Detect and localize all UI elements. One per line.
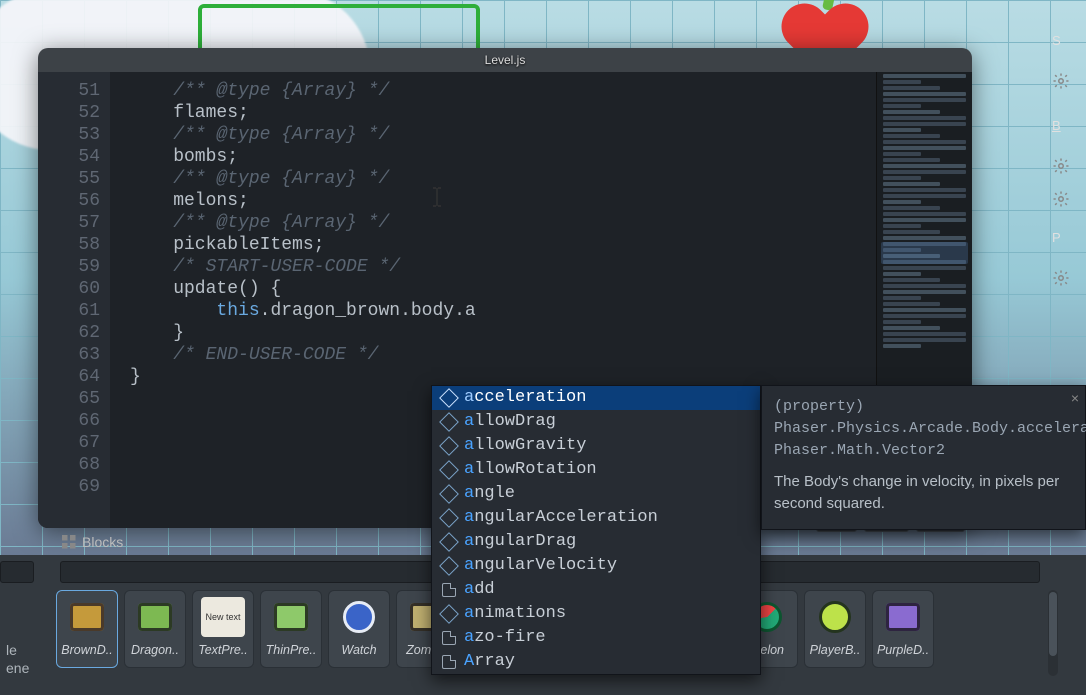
documentation-popup: × (property) Phaser.Physics.Arcade.Body.…: [761, 385, 1086, 530]
autocomplete-label: allowDrag: [464, 411, 556, 433]
gear-icon[interactable]: [1052, 72, 1070, 90]
autocomplete-item[interactable]: angularDrag: [432, 530, 760, 554]
asset-item[interactable]: Dragon..: [124, 590, 186, 668]
asset-name: Dragon..: [131, 643, 179, 657]
asset-name: PurpleD..: [877, 643, 929, 657]
asset-thumb: [337, 597, 381, 637]
autocomplete-label: angle: [464, 483, 515, 505]
close-icon[interactable]: ×: [1071, 388, 1079, 408]
inspector-section-s[interactable]: S: [1038, 20, 1086, 60]
autocomplete-item[interactable]: azo-fire: [432, 626, 760, 650]
asset-thumb: [813, 597, 857, 637]
autocomplete-item[interactable]: allowGravity: [432, 434, 760, 458]
inspector-section-b[interactable]: B: [1038, 105, 1086, 145]
asset-name: Watch: [341, 643, 376, 657]
editor-title: Level.js: [38, 48, 972, 72]
autocomplete-item[interactable]: acceleration: [432, 386, 760, 410]
autocomplete-item[interactable]: animations: [432, 602, 760, 626]
property-icon: [439, 508, 459, 528]
autocomplete-label: allowGravity: [464, 435, 586, 457]
doc-body: The Body's change in velocity, in pixels…: [774, 471, 1073, 515]
asset-name: BrownD..: [61, 643, 112, 657]
property-icon: [439, 460, 459, 480]
property-icon: [439, 388, 459, 408]
autocomplete-item[interactable]: angularVelocity: [432, 554, 760, 578]
autocomplete-label: angularDrag: [464, 531, 576, 553]
property-icon: [439, 532, 459, 552]
autocomplete-label: azo-fire: [464, 627, 546, 649]
autocomplete-item[interactable]: angularAcceleration: [432, 506, 760, 530]
autocomplete-label: Array: [464, 651, 515, 673]
property-icon: [439, 556, 459, 576]
gear-icon[interactable]: [1052, 157, 1070, 175]
autocomplete-label: add: [464, 579, 495, 601]
asset-thumb: [269, 597, 313, 637]
property-icon: [439, 484, 459, 504]
doc-signature: (property) Phaser.Physics.Arcade.Body.ac…: [774, 396, 1073, 461]
gear-icon[interactable]: [1052, 190, 1070, 208]
line-number-gutter: 51525354555657585960616263646566676869: [38, 72, 110, 528]
asset-name: TextPre..: [198, 643, 248, 657]
asset-item[interactable]: PlayerB..: [804, 590, 866, 668]
property-icon: [439, 412, 459, 432]
blocks-tab-label: Blocks: [82, 534, 123, 550]
autocomplete-label: animations: [464, 603, 566, 625]
asset-thumb: [881, 597, 925, 637]
autocomplete-item[interactable]: allowDrag: [432, 410, 760, 434]
assets-scrollbar[interactable]: [1048, 590, 1058, 676]
property-icon: [439, 436, 459, 456]
asset-thumb: [133, 597, 177, 637]
asset-item[interactable]: ThinPre..: [260, 590, 322, 668]
scrollbar-thumb[interactable]: [1049, 592, 1057, 656]
asset-name: ThinPre..: [266, 643, 317, 657]
blocks-grid-icon: [62, 535, 76, 549]
asset-item[interactable]: Watch: [328, 590, 390, 668]
autocomplete-label: angularAcceleration: [464, 507, 658, 529]
snippet-icon: [442, 631, 456, 645]
asset-thumb: [65, 597, 109, 637]
asset-item[interactable]: PurpleD..: [872, 590, 934, 668]
asset-item[interactable]: BrownD..: [56, 590, 118, 668]
snippet-icon: [442, 655, 456, 669]
autocomplete-label: angularVelocity: [464, 555, 617, 577]
asset-item[interactable]: New text TextPre..: [192, 590, 254, 668]
asset-search[interactable]: [0, 561, 34, 583]
inspector-section-p[interactable]: P: [1038, 217, 1086, 257]
autocomplete-item[interactable]: Array: [432, 650, 760, 674]
property-icon: [439, 604, 459, 624]
asset-thumb: New text: [201, 597, 245, 637]
autocomplete-popup[interactable]: accelerationallowDragallowGravityallowRo…: [431, 385, 761, 675]
autocomplete-item[interactable]: add: [432, 578, 760, 602]
autocomplete-item[interactable]: allowRotation: [432, 458, 760, 482]
gear-icon[interactable]: [1052, 269, 1070, 287]
snippet-icon: [442, 583, 456, 597]
autocomplete-label: acceleration: [464, 387, 586, 409]
asset-name: PlayerB..: [810, 643, 861, 657]
autocomplete-label: allowRotation: [464, 459, 597, 481]
blocks-tab[interactable]: Blocks: [48, 528, 137, 556]
autocomplete-item[interactable]: angle: [432, 482, 760, 506]
